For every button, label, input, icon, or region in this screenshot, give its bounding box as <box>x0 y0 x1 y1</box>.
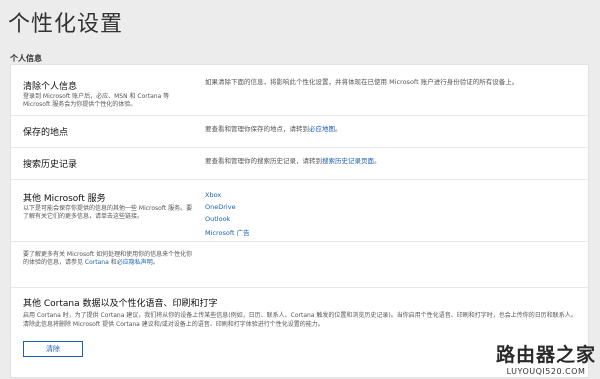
clear-info-description: 登录到 Microsoft 账户后，必应、MSN 和 Cortana 等 Mic… <box>23 93 170 108</box>
saved-places-note: 要查看和管理你保存的地点，请转到必应地图。 <box>205 125 342 134</box>
search-history-suffix: 。 <box>374 157 381 165</box>
clear-info-heading: 清除个人信息 <box>23 82 78 92</box>
row-other-microsoft-services: 其他 Microsoft 服务 以下是可能会保存你提供的信息的其他一些 Micr… <box>11 179 588 242</box>
other-services-description: 以下是可能会保存你提供的信息的其他一些 Microsoft 服务。要了解有关它们… <box>23 205 193 220</box>
saved-places-heading: 保存的地点 <box>23 128 69 138</box>
microsoft-ads-link[interactable]: Microsoft 广告 <box>205 227 250 237</box>
page-title: 个性化设置 <box>8 12 124 37</box>
other-services-heading: 其他 Microsoft 服务 <box>23 194 106 204</box>
search-history-page-link[interactable]: 搜索历史记录页面 <box>322 157 374 165</box>
search-history-note: 要查看和管理你的搜索历史记录，请转到搜索历史记录页面。 <box>205 157 381 166</box>
watermark-url: LUYOUQI520.COM <box>506 367 586 376</box>
outlook-link[interactable]: Outlook <box>205 215 230 223</box>
privacy-text-suffix: 。 <box>152 259 159 266</box>
onedrive-link[interactable]: OneDrive <box>205 203 236 211</box>
row-saved-places: 保存的地点 要查看和管理你保存的地点，请转到必应地图。 <box>11 115 588 148</box>
row-clear-personal-info: 清除个人信息 登录到 Microsoft 账户后，必应、MSN 和 Cortan… <box>11 65 588 116</box>
xbox-link[interactable]: Xbox <box>205 191 221 199</box>
search-history-heading: 搜索历史记录 <box>23 160 78 170</box>
privacy-text-mid: 和 <box>108 259 117 266</box>
clear-button[interactable]: 清除 <box>23 341 83 357</box>
privacy-statement-text: 要了解更多有关 Microsoft 如何处理和使用你的信息来个性化你的体验的信息… <box>23 251 193 267</box>
cortana-data-description: 启用 Cortana 时，为了提供 Cortana 建议，我们将从你的设备上传某… <box>23 312 577 328</box>
saved-places-text: 要查看和管理你保存的地点，请转到 <box>205 125 309 133</box>
bing-privacy-statement-link[interactable]: 必应隐私声明 <box>117 259 153 266</box>
cortana-link[interactable]: Cortana <box>85 259 109 266</box>
search-history-text: 要查看和管理你的搜索历史记录，请转到 <box>205 157 322 165</box>
watermark-title: 路由器之家 <box>495 344 596 366</box>
bing-maps-link[interactable]: 必应地图 <box>309 125 335 133</box>
row-search-history: 搜索历史记录 要查看和管理你的搜索历史记录，请转到搜索历史记录页面。 <box>11 147 588 180</box>
cortana-data-heading: 其他 Cortana 数据以及个性化语音、印刷和打字 <box>23 299 218 309</box>
clear-info-note: 如果清除下面的信息，将影响此个性化设置，并将体现在已使用 Microsoft 账… <box>205 78 519 86</box>
section-label: 个人信息 <box>10 54 42 63</box>
saved-places-suffix: 。 <box>335 125 342 133</box>
row-privacy-statement: 要了解更多有关 Microsoft 如何处理和使用你的信息来个性化你的体验的信息… <box>11 241 588 288</box>
site-watermark: 路由器之家 LUYOUQI520.COM <box>496 340 596 376</box>
settings-panel: 清除个人信息 登录到 Microsoft 账户后，必应、MSN 和 Cortan… <box>10 64 589 378</box>
